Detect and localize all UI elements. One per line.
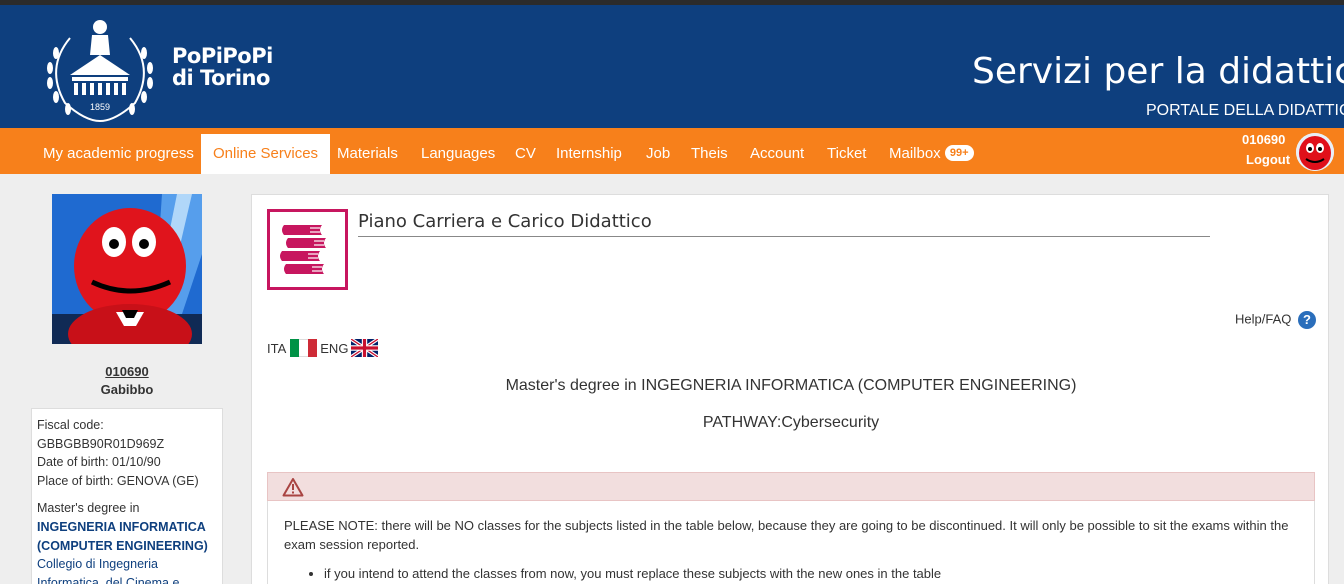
alert-header xyxy=(267,472,1315,501)
nav-user-code[interactable]: 010690 xyxy=(1242,132,1285,147)
nav-languages[interactable]: Languages xyxy=(421,128,495,174)
profile-picture xyxy=(52,194,202,344)
warning-icon xyxy=(282,477,304,502)
logo-year: 1859 xyxy=(90,102,110,112)
date-of-birth: Date of birth: 01/10/90 xyxy=(37,455,161,470)
site-title: Servizi per la didattica xyxy=(972,51,1344,92)
nav-internship[interactable]: Internship xyxy=(556,128,622,174)
alert-body: PLEASE NOTE: there will be NO classes fo… xyxy=(267,501,1315,584)
profile-sidebar: 010690 Gabibbo Fiscal code: GBBGBB90R01D… xyxy=(0,174,240,584)
logo-name-line2: di Torino xyxy=(172,66,270,90)
lang-ita-label[interactable]: ITA xyxy=(267,341,286,356)
college-line1[interactable]: Collegio di Ingegneria xyxy=(37,555,217,574)
nav-ticket[interactable]: Ticket xyxy=(827,128,866,174)
flag-italy-icon[interactable] xyxy=(290,339,318,357)
language-switcher: ITA ENG xyxy=(267,337,380,359)
degree-name-line1[interactable]: INGEGNERIA INFORMATICA xyxy=(37,518,217,537)
place-of-birth: Place of birth: GENOVA (GE) xyxy=(37,473,199,488)
main-panel: Piano Carriera e Carico Didattico Help/F… xyxy=(251,194,1329,584)
logo-name-line1: PoPiPoPi xyxy=(172,44,273,68)
college-line2[interactable]: Informatica, del Cinema e xyxy=(37,574,217,584)
degree-line: Master's degree in INGEGNERIA INFORMATIC… xyxy=(505,377,1077,394)
nav-online-services[interactable]: Online Services xyxy=(201,134,331,174)
fiscal-code-label: Fiscal code: xyxy=(37,418,104,432)
nav-account[interactable]: Account xyxy=(750,128,804,174)
site-header: 1859 PoPiPoPi di Torino Servizi per la d… xyxy=(0,5,1344,128)
nav-cv[interactable]: CV xyxy=(515,128,536,174)
help-faq-label: Help/FAQ xyxy=(1235,311,1292,327)
nav-materials[interactable]: Materials xyxy=(337,128,398,174)
logo-name[interactable]: PoPiPoPi di Torino xyxy=(172,45,273,89)
notice-text: PLEASE NOTE: there will be NO classes fo… xyxy=(284,518,1289,552)
main-navbar: My academic progress Online Services Mat… xyxy=(0,128,1344,174)
fiscal-code-value: GBBGBB90R01D969Z xyxy=(37,436,165,451)
site-subtitle: PORTALE DELLA DIDATTICA xyxy=(1146,102,1344,119)
books-icon xyxy=(267,209,348,290)
degree-name-line2[interactable]: (COMPUTER ENGINEERING) xyxy=(37,537,217,556)
notice-bullet: if you intend to attend the classes from… xyxy=(324,564,1298,583)
degree-type: Master's degree in xyxy=(37,501,140,516)
nav-job[interactable]: Job xyxy=(646,128,670,174)
nav-mailbox-label: Mailbox xyxy=(889,145,941,162)
help-faq-link[interactable]: Help/FAQ ? xyxy=(1235,311,1316,329)
help-icon[interactable]: ? xyxy=(1297,311,1316,329)
notice-list: if you intend to attend the classes from… xyxy=(284,564,1298,583)
nav-mailbox[interactable]: Mailbox 99+ xyxy=(889,128,974,174)
nav-theis[interactable]: Theis xyxy=(691,128,728,174)
logout-link[interactable]: Logout xyxy=(1246,152,1290,167)
lang-eng-label[interactable]: ENG xyxy=(320,341,348,356)
profile-name: Gabibbo xyxy=(100,382,154,397)
mailbox-count-badge: 99+ xyxy=(944,145,974,161)
page-title: Piano Carriera e Carico Didattico xyxy=(358,211,1210,237)
pathway-line: PATHWAY:Cybersecurity xyxy=(702,414,880,431)
profile-info-box: Fiscal code: GBBGBB90R01D969Z Date of bi… xyxy=(31,408,223,584)
profile-code[interactable]: 010690 xyxy=(0,364,254,379)
user-avatar[interactable] xyxy=(1296,133,1334,171)
nav-my-academic-progress[interactable]: My academic progress xyxy=(43,128,194,174)
wreath-logo-icon[interactable]: 1859 xyxy=(40,13,160,125)
flag-uk-icon[interactable] xyxy=(350,337,380,359)
